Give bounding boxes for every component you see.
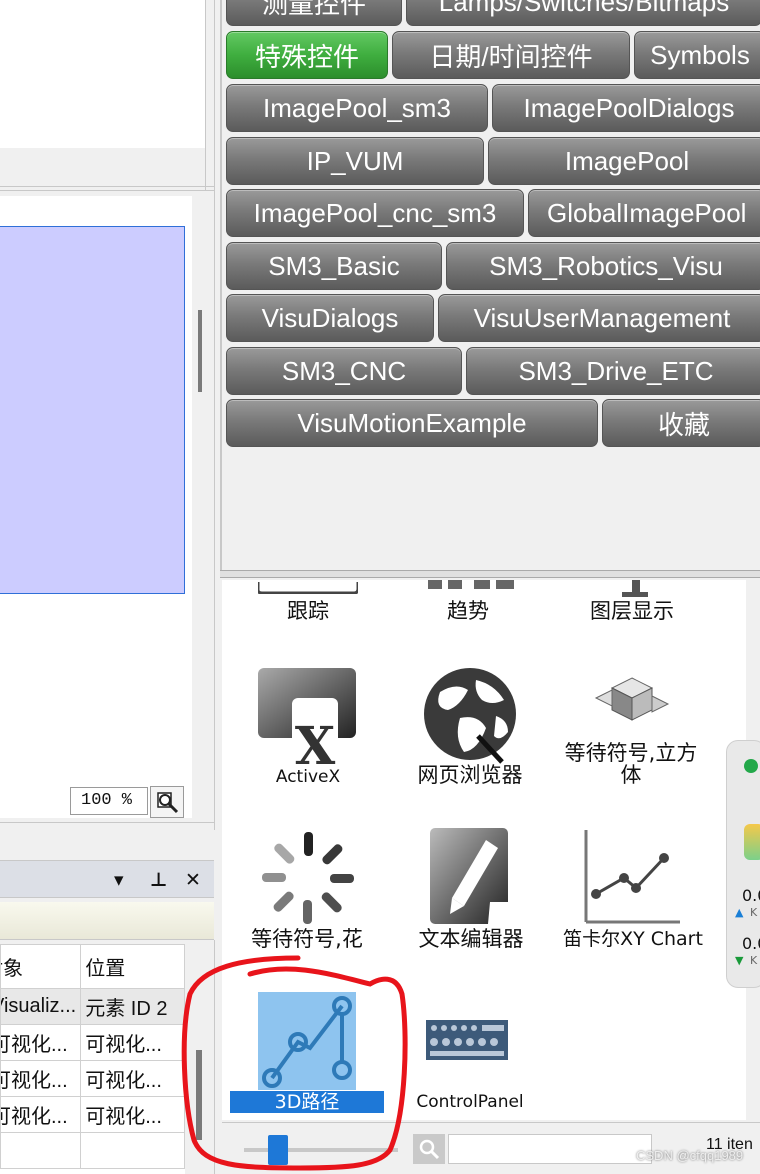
dropdown-icon[interactable]: ▾ xyxy=(114,869,124,891)
tab-ip-vum[interactable]: IP_VUM xyxy=(226,137,484,185)
grid-header-row: 对象 位置 xyxy=(0,944,185,989)
toolbox-item-label[interactable]: 趋势 xyxy=(420,600,516,622)
grid-cell: 可视化... xyxy=(80,1096,185,1133)
grid-cell: 可视化... xyxy=(80,1024,185,1061)
toolbox-search-input[interactable] xyxy=(448,1134,652,1164)
floating-unit: K xyxy=(750,954,758,967)
splitter[interactable] xyxy=(220,570,760,578)
search-icon xyxy=(419,1139,440,1160)
tab-lamps-switches[interactable]: Lamps/Switches/Bitmaps xyxy=(406,0,760,26)
divider xyxy=(0,822,214,823)
status-dot xyxy=(744,759,758,773)
table-row[interactable]: Visualiz... 元素 ID 2 xyxy=(0,988,185,1025)
toolbox-item-label[interactable]: 网页浏览器 xyxy=(412,764,528,786)
toolbox-item-label[interactable]: ControlPanel xyxy=(404,1091,536,1113)
grid-cell: 可视化... xyxy=(0,1060,82,1097)
table-row[interactable]: 可视化... 可视化... xyxy=(0,1096,185,1133)
tab-datetime-controls[interactable]: 日期/时间控件 xyxy=(392,31,630,79)
tab-imagepool[interactable]: ImagePool xyxy=(488,137,760,185)
column-header-object[interactable]: 对象 xyxy=(0,944,82,989)
tab-visu-motion-example[interactable]: VisuMotionExample xyxy=(226,399,598,447)
floating-value: 0.0 xyxy=(742,934,760,953)
grid-cell: Visualiz... xyxy=(0,988,82,1025)
annotation-circle xyxy=(181,955,408,1171)
floating-value: 0.0 xyxy=(742,886,760,905)
toolbox-item-label[interactable]: 等待符号,立方体 xyxy=(556,742,706,786)
close-icon[interactable]: ✕ xyxy=(185,869,201,891)
left-top-strip xyxy=(0,148,205,180)
spinner-icon xyxy=(262,832,354,924)
tab-favorites[interactable]: 收藏 xyxy=(602,399,760,447)
visualization-canvas[interactable] xyxy=(0,226,185,594)
tab-symbols[interactable]: Symbols xyxy=(634,31,760,79)
tab-sm3-drive-etc[interactable]: SM3_Drive_ETC xyxy=(466,347,760,395)
trace-icon xyxy=(258,582,358,594)
tab-global-imagepool[interactable]: GlobalImagePool xyxy=(528,189,760,237)
down-arrow-icon: ▼ xyxy=(735,954,744,967)
tab-measure-controls[interactable]: 测量控件 xyxy=(226,0,402,26)
xy-chart-icon xyxy=(584,830,680,924)
message-grid: 对象 位置 Visualiz... 元素 ID 2 可视化... 可视化... … xyxy=(0,944,185,1174)
divider xyxy=(0,186,214,187)
grid-cell: 元素 ID 2 xyxy=(80,988,185,1025)
toolbox-item-label[interactable]: 等待符号,花 xyxy=(242,928,372,950)
toolbox-item-label[interactable]: 图层显示 xyxy=(580,600,684,622)
watermark: CSDN @cfqq1989 xyxy=(636,1148,744,1163)
toolbox-item-label[interactable]: ActiveX xyxy=(258,766,358,788)
zoom-button[interactable] xyxy=(150,786,184,818)
up-arrow-icon: ▲ xyxy=(735,906,744,919)
grid-cell: 可视化... xyxy=(80,1060,185,1097)
globe-icon xyxy=(424,668,516,764)
table-row[interactable]: 可视化... 可视化... xyxy=(0,1024,185,1061)
toolbox-item-label[interactable]: 笛卡尔XY Chart xyxy=(556,928,710,950)
cube-icon xyxy=(594,677,670,721)
layer-icon xyxy=(622,580,648,597)
grid-cell xyxy=(0,1132,82,1169)
toolbox-item-label[interactable]: 跟踪 xyxy=(260,600,356,622)
zoom-level-field[interactable]: 100 % xyxy=(70,787,148,815)
pin-icon[interactable]: ⊥ xyxy=(150,869,167,891)
dock-panel-header: ▾ ⊥ ✕ xyxy=(0,860,214,898)
library-tab-panel: 测量控件 Lamps/Switches/Bitmaps 特殊控件 日期/时间控件… xyxy=(220,0,760,570)
tab-imagepool-cnc-sm3[interactable]: ImagePool_cnc_sm3 xyxy=(226,189,524,237)
table-row[interactable]: 可视化... 可视化... xyxy=(0,1060,185,1097)
control-panel-icon xyxy=(426,1020,508,1060)
trend-icon xyxy=(428,580,514,589)
tab-sm3-basic[interactable]: SM3_Basic xyxy=(226,242,442,290)
tab-sm3-cnc[interactable]: SM3_CNC xyxy=(226,347,462,395)
toolbox-item-label[interactable]: 文本编辑器 xyxy=(408,928,534,950)
tab-sm3-robotics-visu[interactable]: SM3_Robotics_Visu xyxy=(446,242,760,290)
dock-panel-toolbar xyxy=(0,902,214,940)
divider xyxy=(214,0,215,830)
vertical-scrollbar-thumb[interactable] xyxy=(198,310,202,392)
column-header-location[interactable]: 位置 xyxy=(80,944,185,989)
floating-unit: K xyxy=(750,906,758,919)
pencil-icon xyxy=(430,828,508,924)
tab-imagepool-sm3[interactable]: ImagePool_sm3 xyxy=(226,84,488,132)
gradient-swatch xyxy=(744,824,760,860)
table-row[interactable] xyxy=(0,1132,185,1169)
left-top-panel xyxy=(0,0,205,148)
search-button[interactable] xyxy=(413,1134,445,1164)
divider xyxy=(0,190,214,191)
tab-visu-dialogs[interactable]: VisuDialogs xyxy=(226,294,434,342)
grid-cell: 可视化... xyxy=(0,1024,82,1061)
divider xyxy=(205,0,206,190)
magnifier-icon xyxy=(157,792,179,814)
grid-cell: 可视化... xyxy=(0,1096,82,1133)
tab-visu-user-management[interactable]: VisuUserManagement xyxy=(438,294,760,342)
grid-cell xyxy=(80,1132,185,1169)
activex-icon: X xyxy=(258,668,356,768)
tab-imagepool-dialogs[interactable]: ImagePoolDialogs xyxy=(492,84,760,132)
svg-text:X: X xyxy=(295,716,336,768)
tab-special-controls[interactable]: 特殊控件 xyxy=(226,31,388,79)
